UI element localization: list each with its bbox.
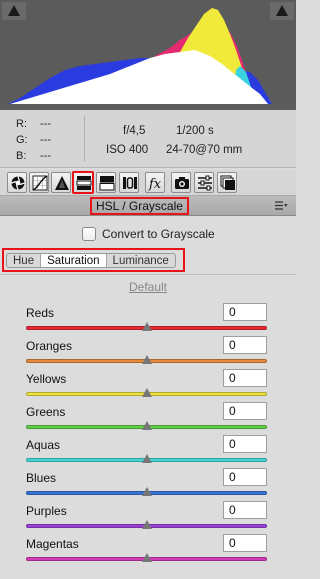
- convert-to-grayscale-option[interactable]: Convert to Grayscale: [82, 226, 215, 242]
- rgb-label: B:: [16, 150, 27, 162]
- slider-value-input[interactable]: 0: [223, 369, 267, 387]
- image-info-panel: R: --- G: --- B: --- f/4,5 1/200 s ISO 400 …: [0, 110, 296, 168]
- slider-value-input[interactable]: 0: [223, 303, 267, 321]
- snapshots-panel-button[interactable]: [217, 172, 237, 193]
- slider-thumb[interactable]: [141, 520, 152, 529]
- slider-value-input[interactable]: 0: [223, 468, 267, 486]
- slider-oranges: Oranges 0: [0, 335, 296, 369]
- curve-icon: [32, 175, 48, 191]
- tab-hue[interactable]: Hue: [7, 254, 42, 267]
- slider-label: Aquas: [26, 438, 61, 452]
- snapshots-icon: [220, 175, 235, 190]
- slider-thumb[interactable]: [141, 454, 152, 463]
- convert-to-grayscale-checkbox[interactable]: [82, 227, 96, 241]
- convert-to-grayscale-label: Convert to Grayscale: [102, 227, 215, 241]
- shadow-clipping-warning-icon[interactable]: [2, 2, 26, 20]
- slider-purples: Purples 0: [0, 500, 296, 534]
- rgb-label: G:: [16, 134, 28, 146]
- divider: [0, 274, 296, 275]
- aperture-readout: f/4,5: [123, 125, 146, 137]
- slider-value-input[interactable]: 0: [223, 336, 267, 354]
- sliders-icon: [198, 175, 212, 191]
- slider-magentas: Magentas 0: [0, 533, 296, 567]
- slider-thumb[interactable]: [141, 322, 152, 331]
- slider-value-input[interactable]: 0: [223, 501, 267, 519]
- slider-thumb[interactable]: [141, 388, 152, 397]
- slider-thumb[interactable]: [141, 553, 152, 562]
- rgb-readout-r: R: ---: [16, 118, 51, 130]
- split-tone-icon: [99, 176, 115, 191]
- camera-calibration-panel-button[interactable]: [171, 172, 191, 193]
- hsl-grayscale-panel-button[interactable]: [72, 171, 94, 194]
- slider-value-input[interactable]: 0: [223, 435, 267, 453]
- slider-label: Magentas: [26, 537, 79, 551]
- slider-aquas: Aquas 0: [0, 434, 296, 468]
- rgb-readout-b: B: ---: [16, 150, 51, 162]
- panel-menu-icon[interactable]: [274, 200, 288, 211]
- tone-curve-panel-button[interactable]: [29, 172, 49, 193]
- svg-text:fx: fx: [148, 177, 162, 191]
- shutter-readout: 1/200 s: [176, 125, 214, 137]
- detail-panel-button[interactable]: [51, 172, 71, 193]
- slider-value-input[interactable]: 0: [223, 534, 267, 552]
- histogram-panel: [0, 0, 296, 110]
- rgb-value: ---: [40, 150, 51, 162]
- lens-readout: 24-70@70 mm: [166, 144, 243, 156]
- slider-label: Purples: [26, 504, 67, 518]
- rgb-value: ---: [40, 118, 51, 130]
- slider-thumb[interactable]: [141, 421, 152, 430]
- slider-thumb[interactable]: [141, 487, 152, 496]
- highlight-clipping-warning-icon[interactable]: [270, 2, 294, 20]
- rgb-readout-g: G: ---: [16, 134, 51, 146]
- histogram-graph: [8, 8, 272, 104]
- slider-label: Greens: [26, 405, 66, 419]
- slider-yellows: Yellows 0: [0, 368, 296, 402]
- tab-saturation[interactable]: Saturation: [41, 254, 107, 267]
- rgb-label: R:: [16, 118, 27, 130]
- info-divider: [84, 116, 85, 162]
- split-toning-panel-button[interactable]: [96, 172, 116, 193]
- presets-panel-button[interactable]: [194, 172, 214, 193]
- slider-greens: Greens 0: [0, 401, 296, 435]
- hsl-tabs: Hue Saturation Luminance: [6, 253, 176, 268]
- panel-tab-toolbar: fx: [0, 170, 296, 196]
- slider-value-input[interactable]: 0: [223, 402, 267, 420]
- basic-panel-button[interactable]: [7, 172, 27, 193]
- lens-icon: [123, 177, 137, 189]
- lens-corrections-panel-button[interactable]: [119, 172, 139, 193]
- slider-label: Yellows: [26, 372, 67, 386]
- tab-luminance[interactable]: Luminance: [107, 254, 175, 267]
- fx-icon: fx: [148, 177, 162, 191]
- panel-header: HSL / Grayscale: [0, 196, 296, 216]
- triangle-icon: [55, 176, 69, 190]
- rgb-value: ---: [40, 134, 51, 146]
- camera-icon: [175, 177, 189, 189]
- slider-label: Blues: [26, 471, 57, 485]
- panel-title: HSL / Grayscale: [90, 197, 189, 215]
- slider-reds: Reds 0: [0, 302, 296, 336]
- aperture-icon: [11, 176, 25, 190]
- default-link[interactable]: Default: [0, 280, 296, 294]
- slider-label: Oranges: [26, 339, 73, 353]
- slider-label: Reds: [26, 306, 55, 320]
- hsl-icon: [76, 176, 92, 190]
- slider-blues: Blues 0: [0, 467, 296, 501]
- slider-thumb[interactable]: [141, 355, 152, 364]
- iso-readout: ISO 400: [106, 144, 149, 156]
- effects-panel-button[interactable]: fx: [145, 172, 165, 193]
